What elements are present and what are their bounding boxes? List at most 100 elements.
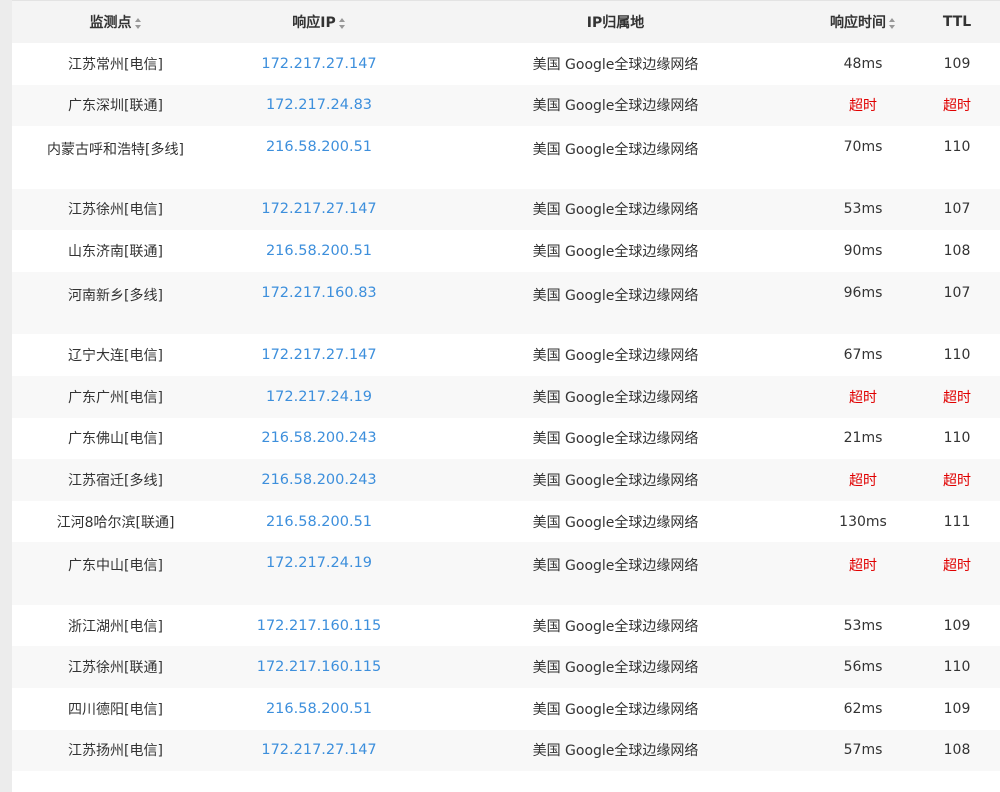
ttl-cell: 109 xyxy=(943,55,971,72)
table-row: 辽宁大连[电信] 172.217.27.147 美国 Google全球边缘网络 67m… xyxy=(12,334,1000,376)
ip-owner-cell: 美国 Google全球边缘网络 xyxy=(532,287,699,304)
response-time-cell: 62ms xyxy=(843,700,883,717)
ttl-cell: 109 xyxy=(943,617,971,634)
ttl-cell: 108 xyxy=(943,742,971,759)
response-time-cell: 超时 xyxy=(849,389,877,406)
ttl-cell: 超时 xyxy=(943,558,971,575)
ttl-cell: 111 xyxy=(943,513,971,530)
table-row: 广东广州[电信] 172.217.24.19 美国 Google全球边缘网络 超时 超时 xyxy=(12,375,1000,418)
location-cell: 广东佛山[电信] xyxy=(68,431,163,448)
ip-owner-cell: 美国 Google全球边缘网络 xyxy=(532,701,699,718)
table-row: 山东济南[联通] 216.58.200.51 美国 Google全球边缘网络 90ms… xyxy=(12,230,1000,272)
location-cell: 广东深圳[联通] xyxy=(68,98,163,115)
ip-link[interactable]: 172.217.24.83 xyxy=(219,85,419,127)
table-row: 江苏徐州[联通] 172.217.160.115 美国 Google全球边缘网络 56… xyxy=(12,646,1000,689)
ip-owner-cell: 美国 Google全球边缘网络 xyxy=(532,56,699,73)
ip-link[interactable]: 172.217.160.83 xyxy=(219,272,419,335)
response-time-cell: 53ms xyxy=(843,201,883,218)
ttl-cell: 107 xyxy=(943,201,971,218)
ip-link[interactable]: 172.217.24.19 xyxy=(219,376,419,418)
location-cell: 浙江湖州[电信] xyxy=(68,618,163,635)
location-cell: 河南新乡[多线] xyxy=(68,287,163,304)
response-time-cell: 48ms xyxy=(843,55,883,72)
column-header-ttl: TTL xyxy=(942,14,972,30)
location-cell: 辽宁大连[电信] xyxy=(68,348,163,365)
ip-owner-cell: 美国 Google全球边缘网络 xyxy=(532,348,699,365)
column-header-owner: IP归属地 xyxy=(586,15,645,31)
ip-owner-cell: 美国 Google全球边缘网络 xyxy=(532,514,699,531)
response-time-cell: 57ms xyxy=(843,742,883,759)
ip-link[interactable]: 216.58.200.51 xyxy=(219,688,419,730)
ip-link[interactable]: 172.217.27.147 xyxy=(219,43,419,85)
ip-owner-cell: 美国 Google全球边缘网络 xyxy=(532,743,699,760)
column-header-location[interactable]: 监测点 xyxy=(12,1,219,43)
ip-link[interactable]: 172.217.27.147 xyxy=(219,189,419,231)
response-time-cell: 超时 xyxy=(849,98,877,115)
ttl-cell: 109 xyxy=(943,700,971,717)
table-row: 江苏扬州[电信] 172.217.27.147 美国 Google全球边缘网络 57m… xyxy=(12,729,1000,772)
location-cell: 江河8哈尔滨[联通] xyxy=(56,514,175,531)
table-row: 广东佛山[电信] 216.58.200.243 美国 Google全球边缘网络 21m… xyxy=(12,417,1000,460)
ttl-cell: 超时 xyxy=(943,98,971,115)
ttl-cell: 110 xyxy=(943,659,971,676)
location-cell: 江苏宿迁[多线] xyxy=(68,472,163,489)
table-row: 江河8哈尔滨[联通] 216.58.200.51 美国 Google全球边缘网络 13… xyxy=(12,500,1000,543)
response-time-cell: 56ms xyxy=(843,659,883,676)
table-row: 四川德阳[电信] 216.58.200.51 美国 Google全球边缘网络 62ms… xyxy=(12,688,1000,730)
location-cell: 山东济南[联通] xyxy=(68,244,163,261)
ip-link[interactable]: 216.58.200.51 xyxy=(219,501,419,543)
location-cell: 广东中山[电信] xyxy=(68,558,163,575)
ip-link[interactable]: 172.217.160.115 xyxy=(219,605,419,647)
response-time-cell: 超时 xyxy=(849,558,877,575)
sort-icon[interactable] xyxy=(889,17,896,29)
ttl-cell: 110 xyxy=(943,139,971,156)
ip-link[interactable]: 172.217.24.19 xyxy=(219,542,419,605)
ttl-cell: 110 xyxy=(943,347,971,364)
table-row: 浙江湖州[电信] 172.217.160.115 美国 Google全球边缘网络 53… xyxy=(12,604,1000,647)
ttl-cell: 超时 xyxy=(943,472,971,489)
ip-link[interactable]: 216.58.200.243 xyxy=(219,459,419,501)
table-body: 江苏常州[电信] 172.217.27.147 美国 Google全球边缘网络 48m… xyxy=(12,43,1000,772)
location-cell: 江苏徐州[电信] xyxy=(68,202,163,219)
ip-owner-cell: 美国 Google全球边缘网络 xyxy=(532,431,699,448)
ip-owner-cell: 美国 Google全球边缘网络 xyxy=(532,202,699,219)
response-time-cell: 超时 xyxy=(849,472,877,489)
ttl-cell: 超时 xyxy=(943,389,971,406)
ip-owner-cell: 美国 Google全球边缘网络 xyxy=(532,389,699,406)
ttl-cell: 107 xyxy=(943,284,971,301)
ping-results-table: 监测点 响应IP IP归属地 响应时间 TTL 江苏常州[电信] 172.217.… xyxy=(12,1,1000,772)
response-time-cell: 130ms xyxy=(839,513,887,530)
response-time-cell: 70ms xyxy=(843,139,883,156)
ip-link[interactable]: 216.58.200.243 xyxy=(219,418,419,460)
ip-owner-cell: 美国 Google全球边缘网络 xyxy=(532,244,699,261)
table-row: 江苏宿迁[多线] 216.58.200.243 美国 Google全球边缘网络 超时 超… xyxy=(12,459,1000,501)
ip-owner-cell: 美国 Google全球边缘网络 xyxy=(532,472,699,489)
ip-link[interactable]: 216.58.200.51 xyxy=(219,230,419,272)
ip-link[interactable]: 172.217.160.115 xyxy=(219,646,419,688)
location-cell: 江苏常州[电信] xyxy=(68,56,163,73)
table-row: 广东深圳[联通] 172.217.24.83 美国 Google全球边缘网络 超时 超时 xyxy=(12,84,1000,127)
table-row: 内蒙古呼和浩特[多线] 216.58.200.51 美国 Google全球边缘网络 7… xyxy=(12,126,1000,189)
response-time-cell: 90ms xyxy=(843,243,883,260)
response-time-cell: 96ms xyxy=(843,284,883,301)
sort-icon[interactable] xyxy=(134,17,142,29)
column-header-ip[interactable]: 响应IP xyxy=(219,1,419,43)
column-header-time[interactable]: 响应时间 xyxy=(812,1,914,43)
ip-link[interactable]: 172.217.27.147 xyxy=(219,730,419,772)
response-time-cell: 53ms xyxy=(843,617,883,634)
table-row: 河南新乡[多线] 172.217.160.83 美国 Google全球边缘网络 96m… xyxy=(12,271,1000,335)
ip-link[interactable]: 216.58.200.51 xyxy=(219,126,419,189)
sort-icon[interactable] xyxy=(338,17,346,29)
results-panel: 监测点 响应IP IP归属地 响应时间 TTL 江苏常州[电信] 172.217.… xyxy=(12,0,1000,792)
location-cell: 四川德阳[电信] xyxy=(68,701,163,718)
ip-owner-cell: 美国 Google全球边缘网络 xyxy=(532,98,699,115)
table-row: 江苏徐州[电信] 172.217.27.147 美国 Google全球边缘网络 53m… xyxy=(12,188,1000,231)
location-cell: 江苏徐州[联通] xyxy=(68,660,163,677)
response-time-cell: 21ms xyxy=(843,430,883,447)
ip-link[interactable]: 172.217.27.147 xyxy=(219,334,419,376)
ip-owner-cell: 美国 Google全球边缘网络 xyxy=(532,558,699,575)
ttl-cell: 110 xyxy=(943,430,971,447)
response-time-cell: 67ms xyxy=(843,347,883,364)
ttl-cell: 108 xyxy=(943,243,971,260)
ip-owner-cell: 美国 Google全球边缘网络 xyxy=(532,618,699,635)
